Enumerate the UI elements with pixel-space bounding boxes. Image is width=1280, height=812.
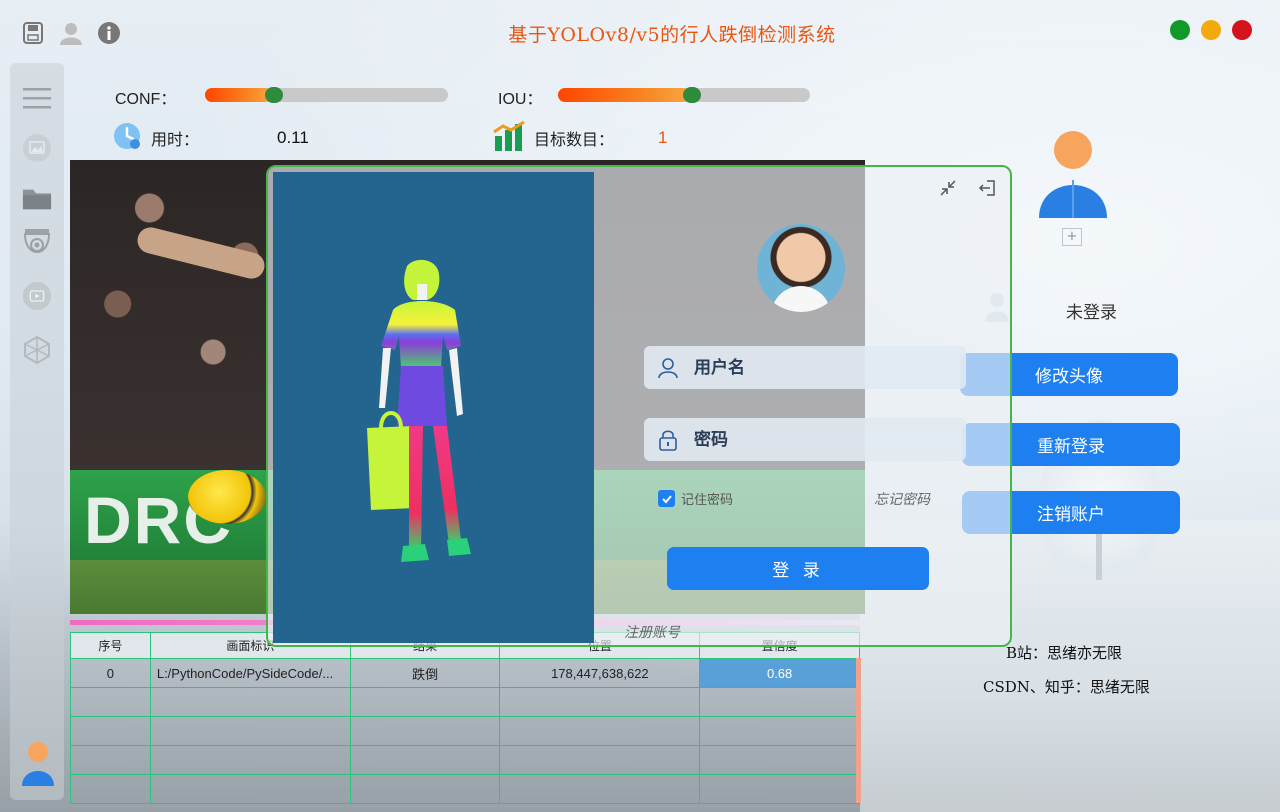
folder-icon[interactable] — [22, 183, 52, 213]
target-count-icon — [493, 120, 525, 152]
time-value: 0.11 — [277, 128, 309, 147]
iou-label: IOU： — [498, 91, 543, 108]
table-row[interactable]: 0 L:/PythonCode/PySideCode/... 跌倒 178,44… — [70, 658, 860, 688]
iou-slider[interactable] — [558, 87, 810, 103]
cell-position: 178,447,638,622 — [499, 658, 701, 688]
app-title: 基于YOLOv8/v5的行人跌倒检测系统 — [508, 24, 836, 46]
login-button[interactable]: 登 录 — [667, 547, 929, 590]
conf-slider[interactable] — [205, 87, 448, 103]
login-dialog: 记住密码 忘记密码 登 录 注册账号 — [266, 165, 1012, 647]
conf-label: CONF： — [115, 91, 177, 108]
shopper-figure-illustration — [367, 259, 471, 562]
conf-slider-handle[interactable] — [264, 87, 283, 103]
target-count-label: 目标数目： — [534, 132, 615, 149]
column-header-index[interactable]: 序号 — [70, 632, 151, 659]
model-icon[interactable] — [22, 335, 52, 365]
remember-password-label: 记住密码 — [681, 493, 734, 508]
video-icon[interactable] — [22, 281, 52, 311]
iou-slider-fill — [558, 88, 690, 102]
cell-result: 跌倒 — [349, 658, 501, 688]
lock-icon — [656, 428, 680, 452]
user-avatar-large[interactable] — [1036, 130, 1110, 220]
user-outline-icon — [656, 356, 680, 380]
clock-icon — [113, 122, 141, 150]
menu-icon[interactable] — [22, 83, 52, 113]
sidebar — [10, 63, 64, 800]
football — [188, 470, 266, 524]
maximize-button[interactable] — [1170, 20, 1190, 40]
login-illustration — [273, 172, 594, 643]
remember-password[interactable]: 记住密码 — [658, 489, 733, 508]
cell-confidence: 0.68 — [699, 658, 860, 688]
shrink-icon[interactable] — [939, 179, 959, 199]
camera-icon[interactable] — [22, 229, 52, 259]
results-table: 序号 画面标识 结果 位置 置信度 0 L:/PythonCode/PySide… — [70, 632, 860, 804]
forgot-password-link[interactable]: 忘记密码 — [874, 489, 930, 509]
password-input[interactable] — [694, 429, 934, 450]
password-field[interactable] — [644, 418, 966, 461]
login-status: 未登录 — [1066, 303, 1117, 323]
image-icon[interactable] — [22, 133, 52, 163]
sidebar-user-avatar[interactable] — [20, 740, 56, 788]
credit-bilibili: B站：思绪亦无限 — [1006, 644, 1123, 662]
login-user-photo — [757, 224, 845, 312]
login-user-photo-shirt — [771, 286, 831, 312]
target-count-value: 1 — [658, 128, 668, 147]
window-controls — [1170, 20, 1252, 40]
credit-csdn: CSDN、知乎：思绪无限 — [983, 678, 1150, 696]
exit-icon[interactable] — [978, 179, 998, 199]
cell-index: 0 — [70, 658, 151, 688]
table-row-empty — [70, 745, 860, 775]
table-scrollbar[interactable] — [856, 658, 861, 803]
register-account-link[interactable]: 注册账号 — [624, 622, 680, 642]
cell-source: L:/PythonCode/PySideCode/... — [149, 658, 351, 688]
conf-slider-fill — [205, 88, 272, 102]
remember-password-checkbox[interactable] — [658, 490, 675, 507]
table-row-empty — [70, 716, 860, 746]
iou-slider-handle[interactable] — [683, 87, 701, 103]
minimize-button[interactable] — [1201, 20, 1221, 40]
time-label: 用时： — [151, 132, 200, 149]
table-row-empty — [70, 687, 860, 717]
username-field[interactable] — [644, 346, 966, 389]
close-button[interactable] — [1232, 20, 1252, 40]
username-input[interactable] — [694, 357, 934, 378]
add-avatar-button[interactable]: + — [1062, 228, 1082, 246]
table-row-empty — [70, 774, 860, 804]
